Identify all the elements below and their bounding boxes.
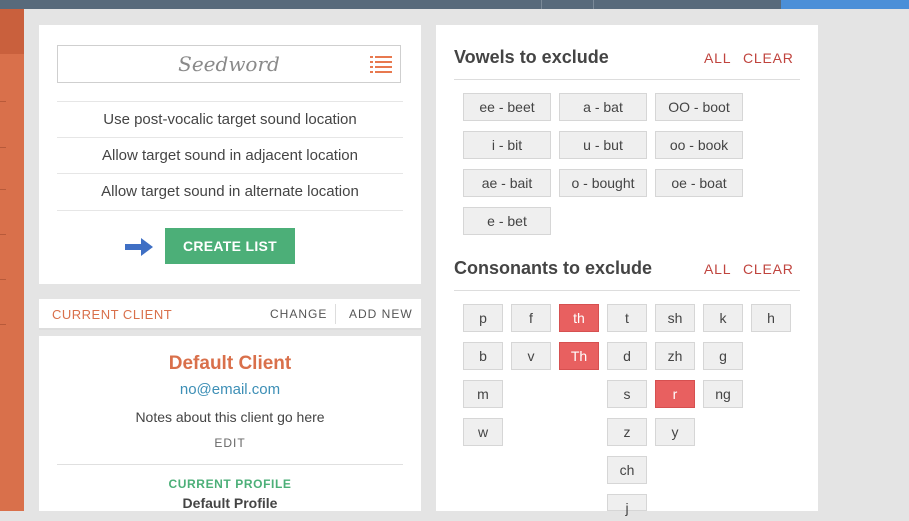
vowel-chip[interactable]: e - bet [463,207,551,235]
section-divider [454,290,800,291]
consonants-title: Consonants to exclude [454,258,653,278]
sidebar-divider [0,324,6,325]
top-navigation-bar [0,0,909,9]
nav-divider [541,0,542,9]
current-client-label: CURRENT CLIENT [52,307,173,322]
arrow-right-icon [125,238,153,256]
sidebar-header-band [0,9,24,54]
consonant-chip[interactable]: s [607,380,647,408]
sidebar-divider [0,189,6,190]
edit-client-link[interactable]: EDIT [39,436,421,450]
section-divider [57,464,403,465]
consonant-chip[interactable]: zh [655,342,695,370]
consonant-chip[interactable]: g [703,342,743,370]
sidebar-divider [0,101,6,102]
list-icon[interactable] [370,55,392,73]
vowel-chip[interactable]: i - bit [463,131,551,159]
sidebar-divider [0,234,6,235]
consonant-chip[interactable]: sh [655,304,695,332]
client-details-card: Default Client no@email.com Notes about … [39,336,421,511]
add-new-client-link[interactable]: ADD NEW [349,307,413,321]
consonant-chip[interactable]: j [607,494,647,516]
header-divider [335,304,336,324]
vowels-all-button[interactable]: ALL [704,50,731,66]
seedword-placeholder: Seedword [178,52,280,76]
consonant-chip[interactable]: ch [607,456,647,484]
create-list-button[interactable]: CREATE LIST [165,228,295,264]
consonant-chip[interactable]: Th [559,342,599,370]
consonant-chip[interactable]: p [463,304,503,332]
vowel-chip[interactable]: oe - boat [655,169,743,197]
option-adjacent-location[interactable]: Allow target sound in adjacent location [57,137,403,174]
seedword-input[interactable]: Seedword [57,45,401,83]
vowels-clear-button[interactable]: CLEAR [743,50,794,66]
current-profile-label: CURRENT PROFILE [168,477,292,491]
sidebar-divider [0,147,6,148]
consonants-all-button[interactable]: ALL [704,261,731,277]
vowel-chip[interactable]: a - bat [559,93,647,121]
consonant-chip[interactable]: k [703,304,743,332]
client-name: Default Client [168,353,292,374]
client-email[interactable]: no@email.com [39,381,421,398]
consonant-chip[interactable]: th [559,304,599,332]
consonant-chip[interactable]: d [607,342,647,370]
consonant-chip[interactable]: y [655,418,695,446]
consonant-chip[interactable]: r [655,380,695,408]
consonant-chip[interactable]: ng [703,380,743,408]
exclusion-card: Vowels to exclude ALL CLEAR ee - beet a -… [436,25,818,516]
option-post-vocalic[interactable]: Use post-vocalic target sound location [57,101,403,138]
vowel-chip[interactable]: u - but [559,131,647,159]
current-profile-name[interactable]: Default Profile [39,495,421,511]
consonants-clear-button[interactable]: CLEAR [743,261,794,277]
vowel-chip[interactable]: ae - bait [463,169,551,197]
sidebar-divider [0,279,6,280]
consonant-chip[interactable]: t [607,304,647,332]
vowel-chip[interactable]: o - bought [559,169,647,197]
vowels-title: Vowels to exclude [454,47,609,67]
left-sidebar [0,9,24,511]
list-builder-card: Seedword Use post-vocalic target sound l… [39,25,421,284]
consonant-chip[interactable]: z [607,418,647,446]
option-alternate-location[interactable]: Allow target sound in alternate location [57,173,403,211]
change-client-link[interactable]: CHANGE [270,307,327,321]
client-notes: Notes about this client go here [135,409,325,425]
vowel-chip[interactable]: ee - beet [463,93,551,121]
nav-active-segment[interactable] [781,0,909,9]
section-divider [454,79,800,80]
consonant-chip[interactable]: m [463,380,503,408]
consonant-chip[interactable]: f [511,304,551,332]
vowel-chip[interactable]: oo - book [655,131,743,159]
consonant-chip[interactable]: b [463,342,503,370]
nav-divider [593,0,594,9]
consonant-chip[interactable]: h [751,304,791,332]
consonant-chip[interactable]: w [463,418,503,446]
current-client-header: CURRENT CLIENT CHANGE ADD NEW [39,299,421,330]
vowel-chip[interactable]: OO - boot [655,93,743,121]
consonant-chip[interactable]: v [511,342,551,370]
